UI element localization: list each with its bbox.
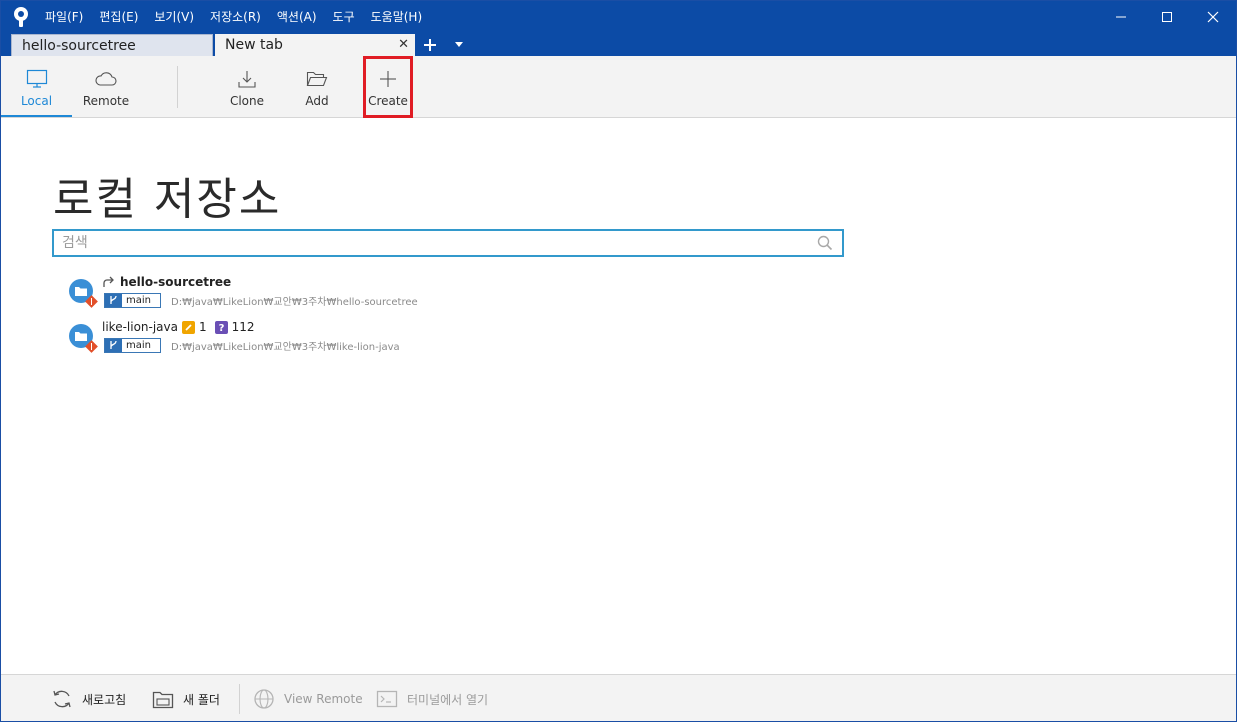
menu-actions[interactable]: 액션(A) [269,1,325,33]
search-box [52,229,844,257]
branch-name: main [126,294,151,306]
open-terminal-button[interactable]: 터미널에서 열기 [376,687,488,711]
add-label: Add [305,94,329,108]
repo-item-hello-sourcetree[interactable]: hello-sourcetree main D:₩java₩LikeLion₩교… [69,273,469,313]
menu-edit[interactable]: 편집(E) [91,1,146,33]
repo-path: D:₩java₩LikeLion₩교안₩3주차₩like-lion-java [171,341,400,353]
search-input[interactable] [62,233,802,253]
plus-icon [424,38,436,51]
new-folder-button[interactable]: 새 폴더 [152,687,220,711]
close-icon [1207,11,1219,23]
folder-open-icon [306,71,328,87]
clone-label: Clone [229,94,265,108]
status-bar: 새로고침 새 폴더 View Remote 터미널에서 열기 [1,674,1236,721]
local-label: Local [20,94,53,108]
menu-file[interactable]: 파일(F) [37,1,91,33]
terminal-label: 터미널에서 열기 [407,692,489,707]
folder-icon [152,691,174,709]
menu-bar: 파일(F) 편집(E) 보기(V) 저장소(R) 액션(A) 도구 도움말(H) [37,1,430,33]
git-repo-icon [69,324,98,353]
new-tab-button[interactable] [419,33,441,56]
download-icon [238,71,256,88]
menu-repository[interactable]: 저장소(R) [202,1,269,33]
untracked-files-icon: ? [214,320,228,334]
repo-name: like-lion-java [102,320,178,334]
close-window-button[interactable] [1190,1,1236,33]
repo-name-row: hello-sourcetree [102,273,231,291]
add-button[interactable]: Add [291,56,343,117]
remote-label: Remote [82,94,130,108]
branch-row: main D:₩java₩LikeLion₩교안₩3주차₩hello-sourc… [104,292,418,308]
repo-item-like-lion-java[interactable]: like-lion-java 1 ? 112 main D:₩java₩Like… [69,318,469,358]
terminal-icon [376,690,398,708]
chevron-down-icon [455,42,463,47]
tab-close-icon[interactable]: ✕ [398,34,409,56]
svg-text:?: ? [218,323,224,333]
refresh-icon [53,690,71,708]
remote-tab-button[interactable]: Remote [73,56,139,117]
menu-help[interactable]: 도움말(H) [363,1,431,33]
tab-bar: hello-sourcetree New tab ✕ [1,33,1236,56]
minimize-button[interactable] [1098,1,1144,33]
tab-new-tab[interactable]: New tab ✕ [215,34,415,56]
create-button[interactable]: Create [363,56,413,118]
menu-tools[interactable]: 도구 [325,1,363,33]
tab-label: hello-sourcetree [22,38,136,54]
branch-icon [105,293,122,307]
local-tab-button[interactable]: Local [1,56,72,117]
cloud-icon [95,72,117,86]
untracked-count: 112 [231,320,255,334]
tab-label: New tab [225,37,283,53]
branch-icon [105,338,122,352]
branch-name: main [126,339,151,351]
git-repo-icon [69,279,98,308]
toolbar-divider [177,66,178,108]
repo-name: hello-sourcetree [120,275,232,289]
title-bar: 파일(F) 편집(E) 보기(V) 저장소(R) 액션(A) 도구 도움말(H) [1,1,1236,33]
minimize-icon [1116,16,1126,18]
repo-path: D:₩java₩LikeLion₩교안₩3주차₩hello-sourcetree [171,296,418,308]
toolbar: Local Remote Clone Add Create [1,56,1236,118]
monitor-icon [26,69,47,88]
redo-arrow-icon [103,276,114,287]
modified-files-icon [182,320,195,334]
repo-name-row: like-lion-java 1 ? 112 [102,318,255,336]
tab-list-dropdown[interactable] [451,33,467,56]
sourcetree-logo-icon[interactable] [11,6,31,28]
refresh-button[interactable]: 새로고침 [51,687,126,711]
page-title: 로컬 저장소 [53,174,282,225]
branch-row: main D:₩java₩LikeLion₩교안₩3주차₩like-lion-j… [104,337,400,353]
create-label: Create [368,94,408,108]
search-icon[interactable] [817,235,833,251]
maximize-icon [1162,12,1172,22]
globe-icon [254,689,274,709]
refresh-label: 새로고침 [82,692,127,707]
menu-view[interactable]: 보기(V) [146,1,202,33]
branch-badge: main [104,292,161,308]
maximize-button[interactable] [1144,1,1190,33]
plus-icon [380,71,396,87]
view-remote-label: View Remote [284,692,363,706]
tab-hello-sourcetree[interactable]: hello-sourcetree [11,34,213,56]
view-remote-button[interactable]: View Remote [253,687,363,711]
sourcetree-window: 파일(F) 편집(E) 보기(V) 저장소(R) 액션(A) 도구 도움말(H)… [0,0,1237,722]
statusbar-divider [239,684,240,714]
new-folder-label: 새 폴더 [183,692,220,707]
window-controls [1098,1,1236,33]
modified-count: 1 [199,320,207,334]
clone-button[interactable]: Clone [219,56,275,117]
branch-badge: main [104,337,161,353]
